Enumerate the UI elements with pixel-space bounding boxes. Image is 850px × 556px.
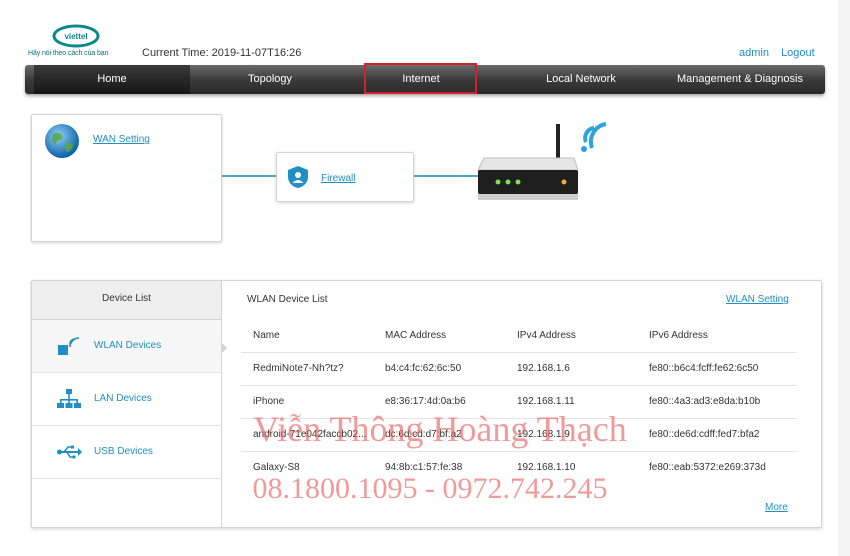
- shield-icon: [288, 166, 308, 188]
- usb-icon: [57, 445, 82, 459]
- internet-highlight-box: [364, 63, 477, 94]
- column-header-ipv6: IPv6 Address: [649, 330, 708, 341]
- column-header-mac: MAC Address: [385, 330, 447, 341]
- logout-link[interactable]: Logout: [781, 47, 815, 59]
- firewall-link[interactable]: Firewall: [321, 173, 355, 184]
- table-header-row: Name MAC Address IPv4 Address IPv6 Addre…: [241, 319, 797, 353]
- device-name: RedmiNote7-Nh?tz?: [253, 363, 344, 374]
- wan-card[interactable]: WAN Setting: [31, 114, 222, 242]
- wlan-device-list-title: WLAN Device List: [247, 294, 328, 305]
- window-edge: [838, 0, 850, 556]
- device-mac: b4:c4:fc:62:6c:50: [385, 363, 462, 374]
- nav-home[interactable]: Home: [34, 65, 190, 94]
- active-pointer: [221, 342, 227, 354]
- side-item-wlan-devices[interactable]: WLAN Devices: [32, 320, 221, 373]
- device-ipv6: fe80::b6c4:fcff:fe62:6c50: [649, 363, 759, 374]
- firewall-card[interactable]: Firewall: [276, 152, 414, 202]
- wlan-setting-link[interactable]: WLAN Setting: [726, 294, 789, 305]
- user-link[interactable]: admin: [739, 47, 769, 59]
- current-time: Current Time: 2019-11-07T16:26: [142, 47, 302, 59]
- more-link[interactable]: More: [765, 502, 788, 513]
- device-name: iPhone: [253, 396, 285, 407]
- wlan-devices-icon: [58, 337, 80, 355]
- nav-local-network[interactable]: Local Network: [505, 65, 657, 94]
- viettel-logo-mark: viettel: [52, 24, 100, 48]
- viettel-logo: viettel Hãy nói theo cách của bạn: [28, 22, 124, 62]
- column-header-ipv4: IPv4 Address: [517, 330, 576, 341]
- device-ipv4: 192.168.1.11: [517, 396, 575, 407]
- device-mac: e8:36:17:4d:0a:b6: [385, 396, 466, 407]
- device-ipv4: 192.168.1.6: [517, 363, 570, 374]
- table-row: RedmiNote7-Nh?tz? b4:c4:fc:62:6c:50 192.…: [241, 352, 797, 386]
- connector-line: [220, 175, 276, 177]
- watermark-text: Viễn Thông Hoàng Thạch: [253, 409, 627, 449]
- side-item-label: WLAN Devices: [94, 340, 162, 351]
- lan-devices-icon: [57, 389, 81, 408]
- watermark-phone: 08.1800.1095 - 0972.742.245: [252, 472, 608, 505]
- router-icon: [477, 122, 607, 200]
- nav-management-diagnosis[interactable]: Management & Diagnosis: [665, 65, 815, 94]
- column-header-name: Name: [253, 330, 280, 341]
- svg-text:viettel: viettel: [64, 32, 87, 41]
- device-list-header: Device List: [32, 281, 221, 320]
- nav-topology[interactable]: Topology: [190, 65, 350, 94]
- wan-setting-link[interactable]: WAN Setting: [93, 134, 150, 145]
- side-item-label: LAN Devices: [94, 393, 152, 404]
- logo-tagline: Hãy nói theo cách của bạn: [28, 50, 109, 57]
- connector-line: [412, 175, 478, 177]
- globe-icon: [45, 124, 79, 158]
- side-item-label: USB Devices: [94, 446, 153, 457]
- device-ipv6: fe80::4a3:ad3:e8da:b10b: [649, 396, 761, 407]
